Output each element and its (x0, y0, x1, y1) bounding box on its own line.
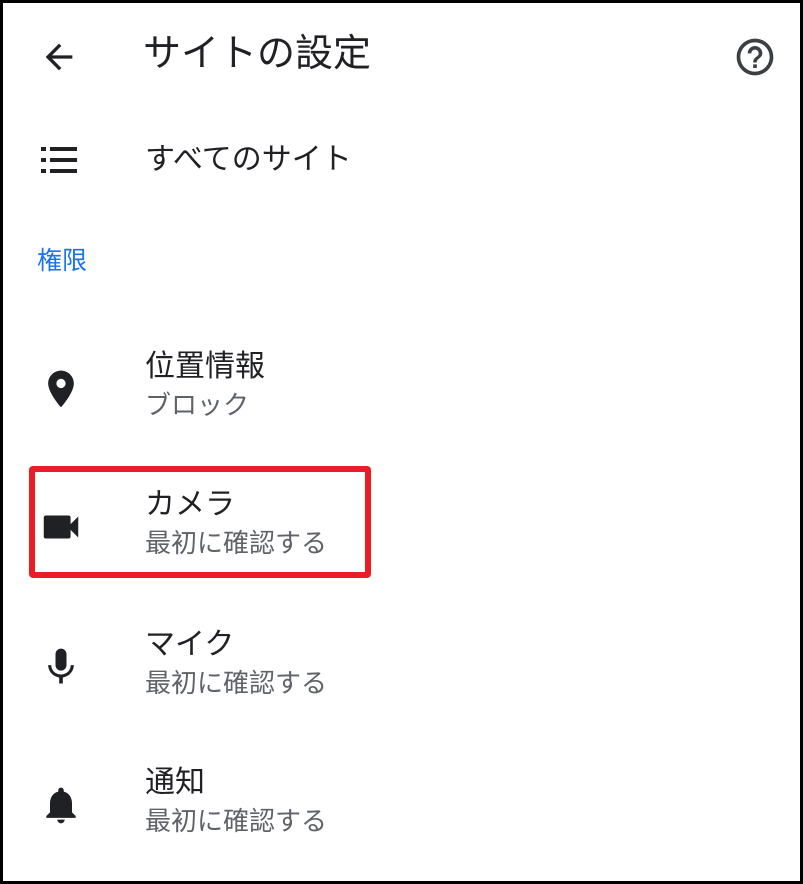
help-button[interactable] (729, 31, 781, 83)
permission-item-camera[interactable]: カメラ 最初に確認する (3, 473, 800, 583)
permission-title: カメラ (145, 487, 235, 522)
permission-status: ブロック (145, 391, 250, 421)
bell-icon (37, 781, 85, 829)
page-title: サイトの設定 (143, 31, 372, 75)
list-icon (41, 147, 77, 173)
permission-status: 最初に確認する (145, 807, 328, 837)
permission-title: 通知 (145, 765, 205, 800)
permission-title: マイク (145, 627, 235, 662)
location-pin-icon (37, 365, 85, 413)
permission-item-notifications[interactable]: 通知 最初に確認する (3, 751, 800, 861)
arrow-back-icon (45, 43, 73, 71)
all-sites-item[interactable]: すべてのサイト (3, 125, 800, 195)
permissions-section-header: 権限 (37, 246, 88, 275)
mic-icon (37, 643, 85, 691)
permission-item-microphone[interactable]: マイク 最初に確認する (3, 613, 800, 723)
all-sites-label: すべてのサイト (145, 142, 352, 177)
videocam-icon (37, 503, 85, 551)
back-button[interactable] (33, 31, 85, 83)
permission-status: 最初に確認する (145, 529, 328, 559)
help-circle-icon (736, 38, 774, 76)
permission-title: 位置情報 (145, 349, 265, 384)
permission-item-location[interactable]: 位置情報 ブロック (3, 335, 800, 445)
settings-screen: サイトの設定 すべてのサイト 権限 位置情報 ブロック カメラ 最初に確認する … (0, 0, 803, 884)
permission-status: 最初に確認する (145, 669, 328, 699)
